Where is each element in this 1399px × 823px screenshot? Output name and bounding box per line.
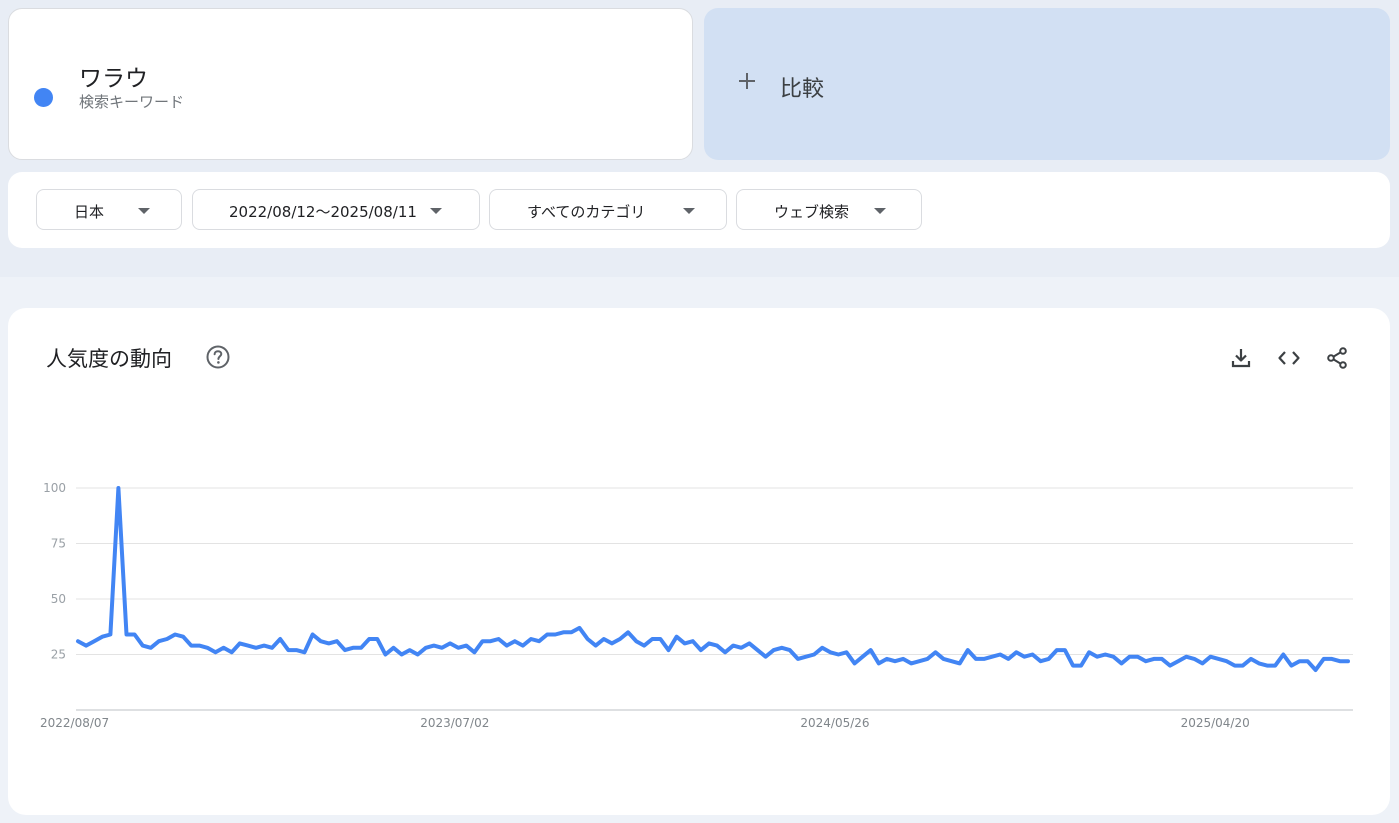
filter-date-range[interactable]: 2022/08/12〜2025/08/11 bbox=[192, 189, 480, 230]
filter-region-label: 日本 bbox=[74, 203, 105, 221]
search-term-type: 検索キーワード bbox=[79, 93, 185, 111]
series-line bbox=[76, 486, 1350, 672]
x-tick-label: 2022/08/07 bbox=[40, 716, 109, 730]
y-tick-label: 50 bbox=[51, 592, 66, 606]
x-tick-label: 2025/04/20 bbox=[1181, 716, 1250, 730]
filter-category-label: すべてのカテゴリ bbox=[527, 203, 646, 221]
caret-down-icon bbox=[683, 208, 695, 214]
filter-category[interactable]: すべてのカテゴリ bbox=[489, 189, 727, 230]
x-tick-label: 2024/05/26 bbox=[800, 716, 869, 730]
x-tick-label: 2023/07/02 bbox=[420, 716, 489, 730]
filter-search-type[interactable]: ウェブ検索 bbox=[736, 189, 922, 230]
caret-down-icon bbox=[138, 208, 150, 214]
interest-over-time-card: 人気度の動向 25 50 75 100 2022/08/07 2023/07/02 2024… bbox=[8, 308, 1390, 815]
filter-bar: 日本 2022/08/12〜2025/08/11 すべてのカテゴリ ウェブ検索 bbox=[8, 172, 1390, 248]
y-tick-label: 75 bbox=[51, 537, 66, 551]
compare-label: 比較 bbox=[780, 77, 825, 102]
search-term-card[interactable]: ワラウ 検索キーワード bbox=[8, 8, 693, 160]
search-term-name[interactable]: ワラウ bbox=[79, 59, 148, 93]
y-tick-label: 25 bbox=[51, 648, 66, 662]
filter-region[interactable]: 日本 bbox=[36, 189, 182, 230]
filter-date-range-label: 2022/08/12〜2025/08/11 bbox=[229, 203, 417, 221]
line-chart: 25 50 75 100 2022/08/07 2023/07/02 2024/05/26 2… bbox=[40, 481, 1353, 730]
caret-down-icon bbox=[874, 208, 886, 214]
plus-icon bbox=[739, 73, 755, 89]
y-tick-label: 100 bbox=[43, 481, 66, 495]
compare-button[interactable]: 比較 bbox=[704, 8, 1390, 160]
filter-search-type-label: ウェブ検索 bbox=[774, 203, 850, 221]
caret-down-icon bbox=[430, 208, 442, 214]
term-color-dot bbox=[34, 88, 53, 107]
